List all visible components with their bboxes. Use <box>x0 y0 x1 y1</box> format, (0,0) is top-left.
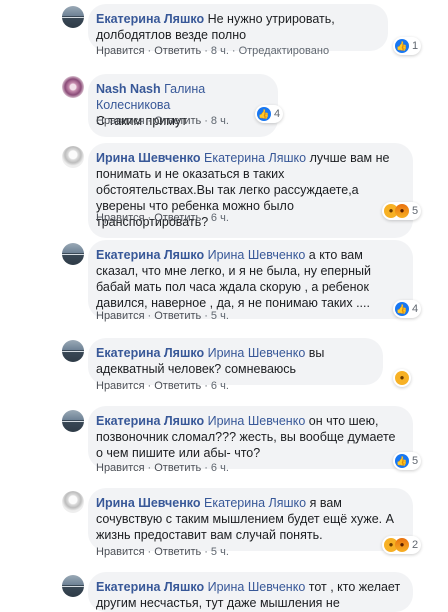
angry-face-icon: ● <box>395 204 409 218</box>
comment-bubble: Екатерина Ляшко Ирина Шевченко тот , кто… <box>88 572 413 612</box>
mention[interactable]: Ирина Шевченко <box>208 248 306 262</box>
timestamp[interactable]: 5 ч. <box>211 310 229 322</box>
comment-author[interactable]: Екатерина Ляшко <box>96 346 204 360</box>
mention[interactable]: Ирина Шевченко <box>208 346 306 360</box>
comment-actions: Нравится · Ответить · 8 ч. <box>96 115 229 127</box>
avatar[interactable] <box>62 6 84 28</box>
comment-author[interactable]: Екатерина Ляшко <box>96 248 204 262</box>
like-link[interactable]: Нравится <box>96 45 145 57</box>
thumbs-up-icon: 👍 <box>257 107 271 121</box>
mention[interactable]: Ирина Шевченко <box>208 580 306 594</box>
reply-link[interactable]: Ответить <box>154 380 201 392</box>
timestamp[interactable]: 6 ч. <box>211 212 229 224</box>
reply-link[interactable]: Ответить <box>154 212 201 224</box>
reply-link[interactable]: Ответить <box>154 462 201 474</box>
reactions-count[interactable]: 👍 4 <box>255 105 284 123</box>
timestamp[interactable]: 6 ч. <box>211 462 229 474</box>
avatar[interactable] <box>62 146 84 168</box>
reply-link[interactable]: Ответить <box>154 310 201 322</box>
comment-author[interactable]: Екатерина Ляшко <box>96 12 204 26</box>
thumbs-up-icon: 👍 <box>395 39 409 53</box>
reactions-count[interactable]: ● <box>393 369 411 387</box>
reactions-count[interactable]: ● ● 2 <box>382 536 422 554</box>
thumbs-up-icon: 👍 <box>395 302 409 316</box>
reply-link[interactable]: Ответить <box>154 45 201 57</box>
mention[interactable]: Екатерина Ляшко <box>204 496 306 510</box>
mention[interactable]: Екатерина Ляшко <box>204 151 306 165</box>
reply-link[interactable]: Ответить <box>154 115 201 127</box>
comment-author[interactable]: Ирина Шевченко <box>96 151 201 165</box>
like-link[interactable]: Нравится <box>96 462 145 474</box>
comment-actions: Нравится · Ответить · 5 ч. <box>96 546 229 558</box>
comment-author[interactable]: Nash Nash <box>96 82 161 96</box>
avatar[interactable] <box>62 243 84 265</box>
avatar[interactable] <box>62 491 84 513</box>
comment-actions: Нравится · Ответить · 6 ч. <box>96 212 229 224</box>
like-link[interactable]: Нравится <box>96 380 145 392</box>
avatar[interactable] <box>62 340 84 362</box>
angry-face-icon: ● <box>395 538 409 552</box>
reactions-count[interactable]: 👍 1 <box>393 37 422 55</box>
comment-actions: Нравится · Ответить · 5 ч. <box>96 310 229 322</box>
timestamp[interactable]: 6 ч. <box>211 380 229 392</box>
comment-bubble: Екатерина Ляшко Ирина Шевченко он что ше… <box>88 406 413 469</box>
sad-face-icon: ● <box>395 371 409 385</box>
comment-bubble: Ирина Шевченко Екатерина Ляшко я вам соч… <box>88 488 413 551</box>
mention[interactable]: Ирина Шевченко <box>208 414 306 428</box>
reactions-count[interactable]: 👍 4 <box>393 300 422 318</box>
avatar[interactable] <box>62 575 84 597</box>
comment-actions: Нравится · Ответить · 6 ч. <box>96 462 229 474</box>
like-link[interactable]: Нравится <box>96 310 145 322</box>
comment-bubble: Екатерина Ляшко Не нужно утрировать, дол… <box>88 4 388 51</box>
timestamp[interactable]: 8 ч. <box>211 45 229 57</box>
avatar[interactable] <box>62 76 84 98</box>
thumbs-up-icon: 👍 <box>395 454 409 468</box>
timestamp[interactable]: 5 ч. <box>211 546 229 558</box>
comment-bubble: Екатерина Ляшко Ирина Шевченко а кто вам… <box>88 240 413 319</box>
comment-author[interactable]: Ирина Шевченко <box>96 496 201 510</box>
comment-actions: Нравится · Ответить · 6 ч. <box>96 380 229 392</box>
edited-label: Отредактировано <box>238 45 330 57</box>
reply-link[interactable]: Ответить <box>154 546 201 558</box>
comment-actions: Нравится · Ответить · 8 ч. · Отредактировано <box>96 45 330 57</box>
comment-bubble: Nash Nash Галина Колесникова С таким при… <box>88 74 278 137</box>
timestamp[interactable]: 8 ч. <box>211 115 229 127</box>
like-link[interactable]: Нравится <box>96 546 145 558</box>
reactions-count[interactable]: ● ● 5 <box>382 202 422 220</box>
avatar[interactable] <box>62 410 84 432</box>
reactions-count[interactable]: 👍 5 <box>393 452 422 470</box>
like-link[interactable]: Нравится <box>96 115 145 127</box>
comment-bubble: Екатерина Ляшко Ирина Шевченко вы адеква… <box>88 338 383 385</box>
like-link[interactable]: Нравится <box>96 212 145 224</box>
comment-author[interactable]: Екатерина Ляшко <box>96 414 204 428</box>
comment-author[interactable]: Екатерина Ляшко <box>96 580 204 594</box>
